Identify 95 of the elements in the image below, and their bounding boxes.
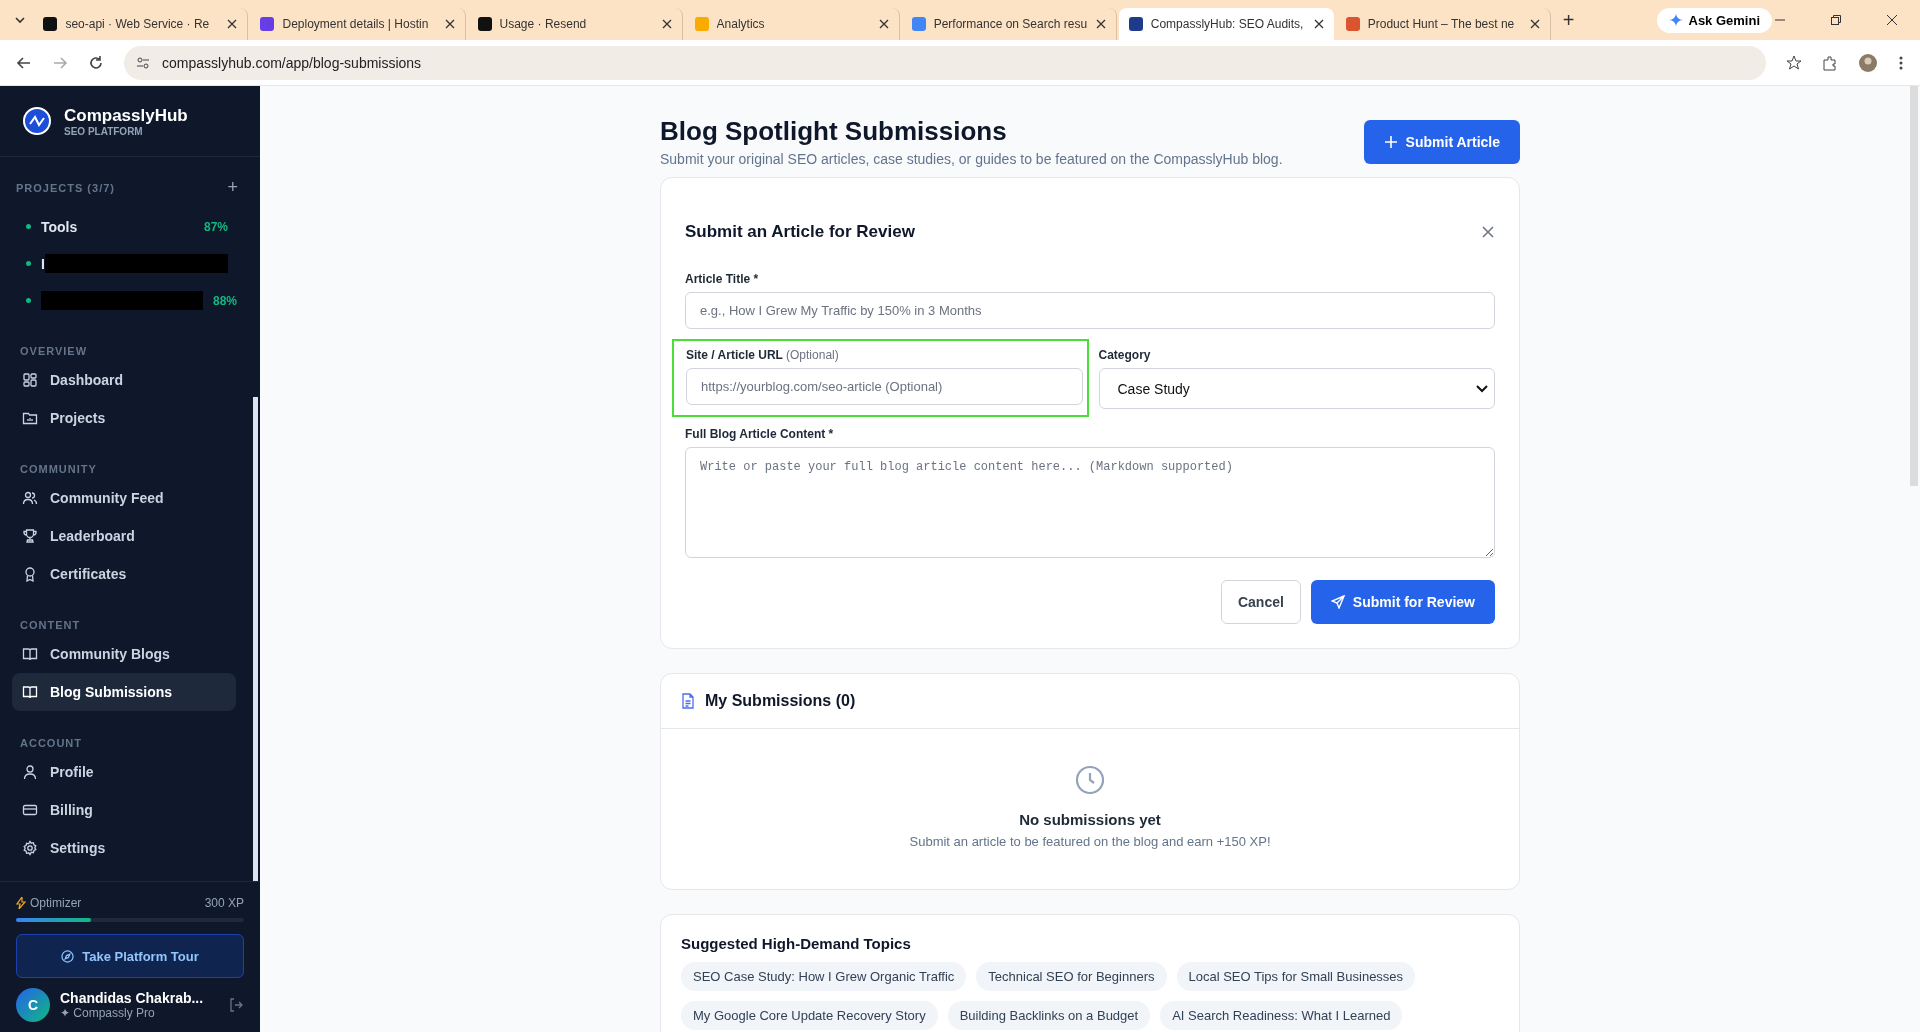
nav-item[interactable]: Blog Submissions (12, 673, 236, 711)
cancel-button[interactable]: Cancel (1220, 580, 1301, 624)
field-label: Site / Article URL (Optional) (686, 348, 840, 362)
nav-item[interactable]: Certificates (12, 555, 236, 593)
compass-icon (61, 949, 75, 963)
project-item[interactable]: I (41, 255, 45, 272)
submit-article-button[interactable]: Submit Article (1363, 120, 1520, 164)
page-title: Blog Spotlight Submissions (660, 116, 1008, 147)
nav-item[interactable]: Dashboard (12, 361, 236, 399)
clock-icon (1075, 765, 1105, 795)
field-label: Category (1098, 348, 1152, 362)
project-score: 88% (213, 293, 238, 308)
topic-chip[interactable]: SEO Case Study: How I Grew Organic Traffic (681, 962, 967, 991)
status-dot (26, 224, 31, 229)
category-select[interactable]: Case Study (1098, 368, 1495, 409)
star-icon[interactable] (1786, 54, 1802, 71)
user-name: Chandidas Chakrab... (60, 990, 205, 1006)
user-icon (22, 764, 38, 780)
close-icon[interactable] (1313, 19, 1324, 29)
empty-title: No submissions yet (1019, 811, 1161, 828)
status-dot (26, 298, 31, 303)
nav-item[interactable]: Billing (12, 791, 236, 829)
reload-icon[interactable] (88, 54, 104, 71)
empty-text: Submit an article to be featured on the blog and earn +150 XP! (909, 834, 1271, 849)
form-title: Submit an Article for Review (685, 222, 915, 242)
topic-chip[interactable]: Building Backlinks on a Budget (947, 1001, 1151, 1030)
add-project-button[interactable]: + (227, 177, 238, 198)
card-icon (22, 802, 38, 818)
close-icon[interactable] (1095, 19, 1106, 29)
project-score: 87% (203, 219, 228, 234)
section-heading: ACCOUNT (19, 736, 83, 751)
send-icon (1330, 595, 1345, 609)
submissions-title: My Submissions (0) (705, 692, 856, 710)
plus-icon (1383, 135, 1398, 149)
close-icon[interactable] (444, 19, 455, 29)
grid-icon (22, 372, 38, 388)
url-field[interactable]: https://yourblog.com/seo-article (Optional) (686, 368, 1083, 405)
section-heading: CONTENT (19, 618, 82, 633)
menu-icon[interactable] (1898, 54, 1904, 71)
nav-item[interactable]: Leaderboard (12, 517, 236, 555)
site-settings-icon[interactable] (136, 55, 150, 70)
chevron-down-icon (1476, 384, 1488, 393)
close-icon[interactable] (878, 19, 889, 29)
close-icon[interactable] (1886, 14, 1899, 26)
document-icon (681, 693, 695, 709)
article-title-field[interactable]: e.g., How I Grew My Traffic by 150% in 3 Months (685, 292, 1495, 329)
scrollbar[interactable] (1910, 86, 1918, 486)
compass-logo-icon (22, 106, 52, 136)
nav-item[interactable]: Community Feed (12, 479, 236, 517)
close-icon[interactable] (661, 19, 672, 29)
topics-title: Suggested High-Demand Topics (681, 935, 912, 952)
trophy-icon (22, 528, 38, 544)
brand-tagline: SEO PLATFORM (64, 125, 144, 137)
browser-tab[interactable]: CompasslyHub: SEO Audits, (1118, 8, 1334, 40)
users-icon (22, 490, 38, 506)
project-item[interactable]: Tools (41, 218, 78, 235)
section-heading: OVERVIEW (19, 344, 89, 359)
back-icon[interactable] (16, 54, 32, 71)
xp-value: 300 XP (204, 896, 244, 910)
book-icon (22, 684, 38, 700)
nav-item[interactable]: Settings (12, 829, 236, 867)
logout-icon[interactable] (228, 997, 244, 1013)
page-subtitle: Submit your original SEO articles, case studies, or guides to be featured on the CompasslyHub blog. (660, 151, 1283, 167)
bolt-icon (16, 897, 26, 909)
platform-tour-button[interactable]: Take Platform Tour (16, 934, 244, 978)
brand-name: CompasslyHub (64, 105, 188, 126)
address-field[interactable]: compasslyhub.com/app/blog-submissions (124, 45, 1766, 80)
user-avatar[interactable]: C (16, 988, 50, 1022)
topic-chip[interactable]: AI Search Readiness: What I Learned (1160, 1001, 1403, 1030)
field-label: Full Blog Article Content * (685, 427, 835, 441)
section-heading: PROJECTS (3/7) (16, 181, 115, 194)
nav-item[interactable]: Community Blogs (12, 635, 236, 673)
new-tab-button[interactable]: + (1552, 8, 1585, 32)
restore-icon[interactable] (1830, 14, 1843, 26)
section-heading: COMMUNITY (19, 462, 98, 477)
close-icon[interactable] (227, 19, 238, 29)
rank-label: Optimizer (30, 896, 82, 910)
topic-chip[interactable]: Technical SEO for Beginners (976, 962, 1167, 991)
puzzle-icon[interactable] (1822, 54, 1838, 71)
avatar-icon[interactable] (1858, 52, 1878, 73)
gemini-button[interactable]: Ask Gemini (1656, 7, 1773, 33)
plan-label: ✦ Compassly Pro (60, 1006, 156, 1020)
folder-icon (22, 410, 38, 426)
topic-chip[interactable]: Local SEO Tips for Small Businesses (1176, 962, 1416, 991)
nav-item[interactable]: Profile (12, 753, 236, 791)
nav-item[interactable]: Projects (12, 399, 236, 437)
settings-icon (22, 840, 38, 856)
topic-chip[interactable]: My Google Core Update Recovery Story (681, 1001, 938, 1030)
status-dot (26, 261, 31, 266)
field-label: Article Title * (685, 272, 760, 286)
close-icon[interactable] (1529, 19, 1540, 29)
article-content-field[interactable]: Write or paste your full blog article content here... (Markdown supported) (685, 447, 1495, 558)
ribbon-icon (22, 566, 38, 582)
submit-review-button[interactable]: Submit for Review (1310, 580, 1495, 624)
book-icon (22, 646, 38, 662)
